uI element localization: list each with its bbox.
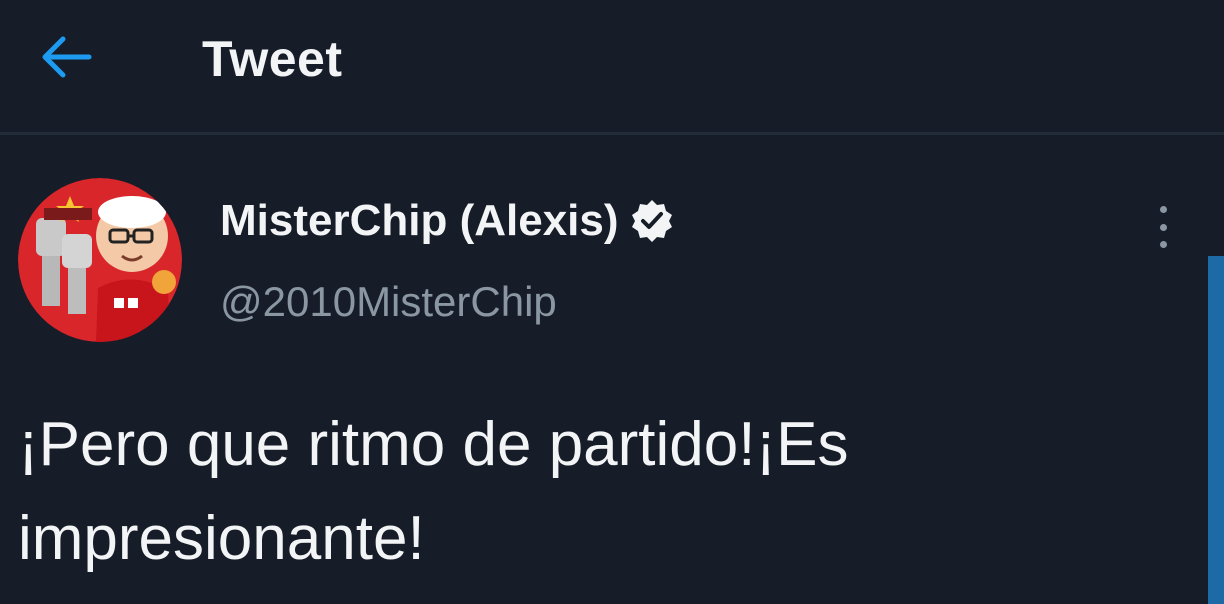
avatar[interactable]: [18, 178, 182, 342]
verified-badge-icon: [629, 198, 675, 244]
author-name[interactable]: MisterChip (Alexis): [220, 196, 619, 246]
more-dot: [1159, 241, 1167, 248]
more-dot: [1159, 223, 1167, 231]
page-title: Tweet: [202, 31, 343, 87]
scrollbar[interactable]: [1208, 256, 1224, 604]
back-button[interactable]: [30, 28, 102, 90]
author-name-row: MisterChip (Alexis): [220, 196, 675, 246]
author-handle[interactable]: @2010MisterChip: [220, 278, 557, 326]
tweet-detail-screen: Tweet MisterChip (Alexis) @2010MisterChi…: [0, 0, 1224, 604]
header-divider: [0, 132, 1224, 135]
tweet-text: ¡Pero que ritmo de partido!¡Es impresion…: [18, 410, 849, 573]
arrow-left-icon: [39, 35, 93, 84]
top-bar: Tweet: [0, 0, 1224, 122]
more-options-button[interactable]: [1146, 202, 1180, 252]
more-vertical-icon: [1159, 206, 1167, 213]
